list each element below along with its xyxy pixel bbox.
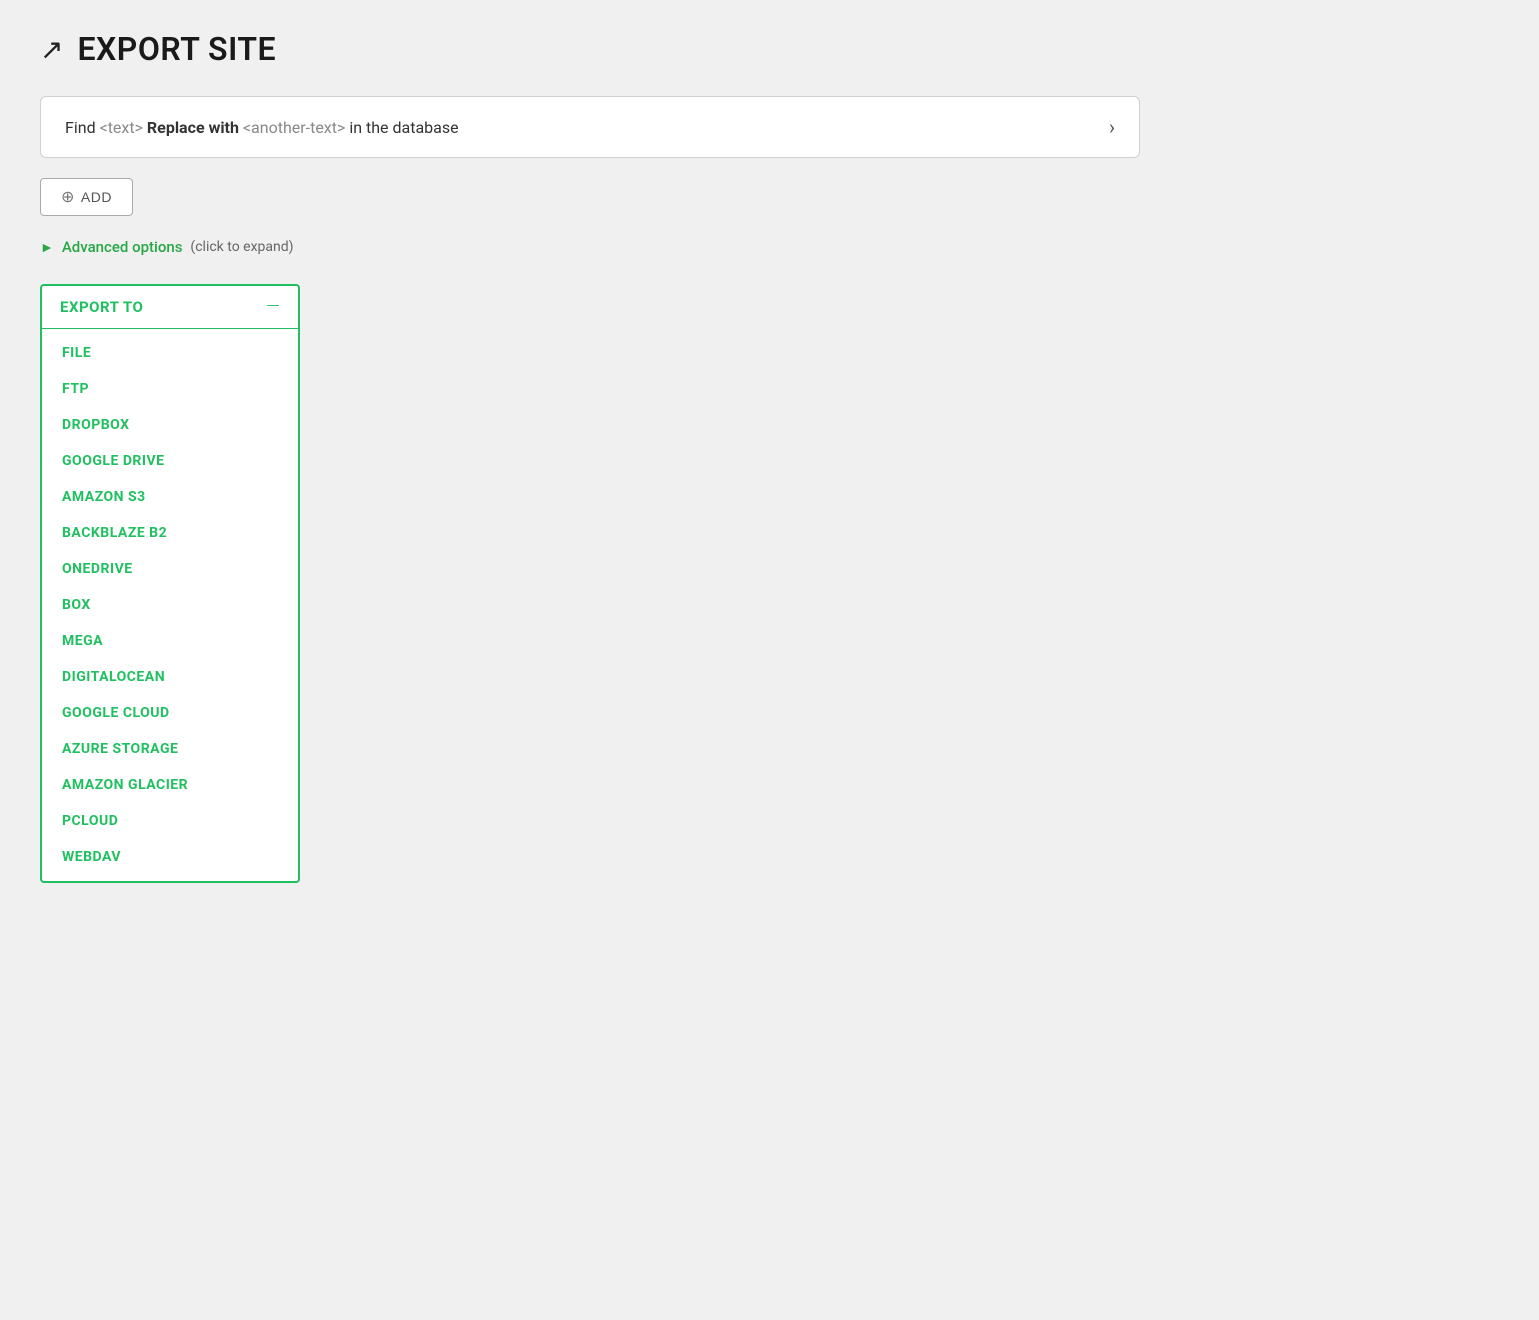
advanced-options[interactable]: ► Advanced options (click to expand)	[40, 238, 1499, 256]
export-destination-item[interactable]: AMAZON S3	[42, 479, 298, 515]
advanced-options-hint: (click to expand)	[190, 239, 293, 255]
export-panel-header: EXPORT TO —	[42, 286, 298, 329]
page-title: EXPORT SITE	[77, 30, 276, 68]
find-replace-text: Find <text> Replace with <another-text> …	[65, 118, 459, 137]
export-destination-item[interactable]: GOOGLE DRIVE	[42, 443, 298, 479]
plus-icon: ⊕	[61, 187, 75, 207]
export-destination-item[interactable]: DROPBOX	[42, 407, 298, 443]
collapse-icon[interactable]: —	[266, 298, 280, 316]
add-button-label: ADD	[81, 189, 112, 205]
export-panel-title: EXPORT TO	[60, 298, 143, 316]
export-panel: EXPORT TO — FILEFTPDROPBOXGOOGLE DRIVEAM…	[40, 284, 300, 883]
export-destination-item[interactable]: FILE	[42, 335, 298, 371]
export-destination-item[interactable]: AMAZON GLACIER	[42, 767, 298, 803]
export-destination-list: FILEFTPDROPBOXGOOGLE DRIVEAMAZON S3BACKB…	[42, 329, 298, 881]
export-destination-item[interactable]: BOX	[42, 587, 298, 623]
export-destination-item[interactable]: WEBDAV	[42, 839, 298, 875]
export-destination-item[interactable]: AZURE STORAGE	[42, 731, 298, 767]
advanced-options-label: Advanced options	[62, 238, 183, 256]
export-destination-item[interactable]: GOOGLE CLOUD	[42, 695, 298, 731]
replace-tag: <another-text>	[243, 118, 345, 137]
page-header: ↗ EXPORT SITE	[40, 30, 1499, 68]
export-destination-item[interactable]: ONEDRIVE	[42, 551, 298, 587]
find-replace-bar[interactable]: Find <text> Replace with <another-text> …	[40, 96, 1140, 158]
find-tag: <text>	[100, 118, 143, 137]
export-destination-item[interactable]: PCLOUD	[42, 803, 298, 839]
export-destination-item[interactable]: FTP	[42, 371, 298, 407]
export-site-icon: ↗	[40, 33, 63, 66]
export-destination-item[interactable]: DIGITALOCEAN	[42, 659, 298, 695]
chevron-right-icon: ›	[1109, 115, 1115, 139]
add-button[interactable]: ⊕ ADD	[40, 178, 133, 216]
expand-arrow-icon: ►	[40, 239, 54, 256]
export-destination-item[interactable]: MEGA	[42, 623, 298, 659]
export-destination-item[interactable]: BACKBLAZE B2	[42, 515, 298, 551]
